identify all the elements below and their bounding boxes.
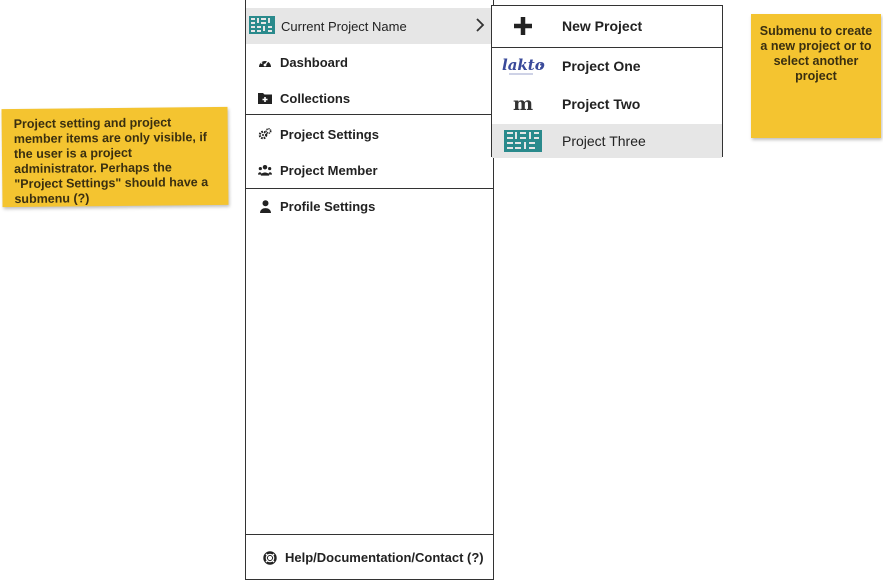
submenu-item-label: Project One (562, 58, 641, 74)
divider (246, 114, 493, 115)
sidebar-item-label: Profile Settings (280, 198, 376, 214)
submenu-item-label: Project Two (562, 96, 641, 112)
current-project-label: Current Project Name (281, 18, 407, 34)
grid-logo-icon (497, 124, 549, 158)
sidebar-item-label: Project Settings (280, 126, 379, 142)
project-submenu: New Project lakto: Project One m Project… (491, 5, 723, 158)
lifebuoy-icon (263, 550, 277, 565)
sidebar-item-dashboard[interactable]: Dashboard (246, 44, 493, 80)
help-label: Help/Documentation/Contact (?) (285, 550, 484, 565)
sidebar-item-collections[interactable]: Collections (246, 80, 493, 116)
submenu-item-label: Project Three (562, 133, 646, 149)
plus-icon (497, 9, 549, 43)
sidebar-item-project-settings[interactable]: Project Settings (246, 116, 493, 152)
users-icon (258, 163, 272, 177)
annotation-note-right: Submenu to create a new project or to se… (751, 14, 881, 138)
gears-icon (258, 127, 272, 141)
m-logo-icon: m (497, 87, 549, 121)
annotation-note-left: Project setting and project member items… (1, 106, 229, 208)
current-project-selector[interactable]: Current Project Name (246, 8, 493, 44)
lakto-logo-icon: lakto: (497, 49, 549, 83)
svg-text::: : (539, 61, 543, 72)
sidebar-item-label: Dashboard (280, 54, 348, 70)
svg-text:m: m (513, 94, 533, 114)
submenu-item-project-three[interactable]: Project Three (492, 124, 722, 158)
project-logo-icon (249, 15, 275, 38)
gauge-icon (258, 55, 272, 69)
sidebar: Current Project Name Dashboard Collectio… (245, 0, 494, 580)
new-project-button[interactable]: New Project (492, 9, 722, 43)
submenu-item-project-one[interactable]: lakto: Project One (492, 49, 722, 83)
sidebar-item-label: Project Member (280, 162, 378, 178)
new-project-label: New Project (562, 18, 643, 34)
submenu-item-project-two[interactable]: m Project Two (492, 87, 722, 121)
folder-plus-icon (258, 91, 272, 105)
divider (492, 47, 722, 48)
sidebar-item-label: Collections (280, 90, 351, 106)
user-icon (258, 199, 272, 213)
sidebar-item-profile-settings[interactable]: Profile Settings (246, 188, 493, 224)
help-link[interactable]: Help/Documentation/Contact (?) (246, 534, 493, 580)
chevron-right-icon (475, 17, 485, 36)
sidebar-item-project-member[interactable]: Project Member (246, 152, 493, 188)
